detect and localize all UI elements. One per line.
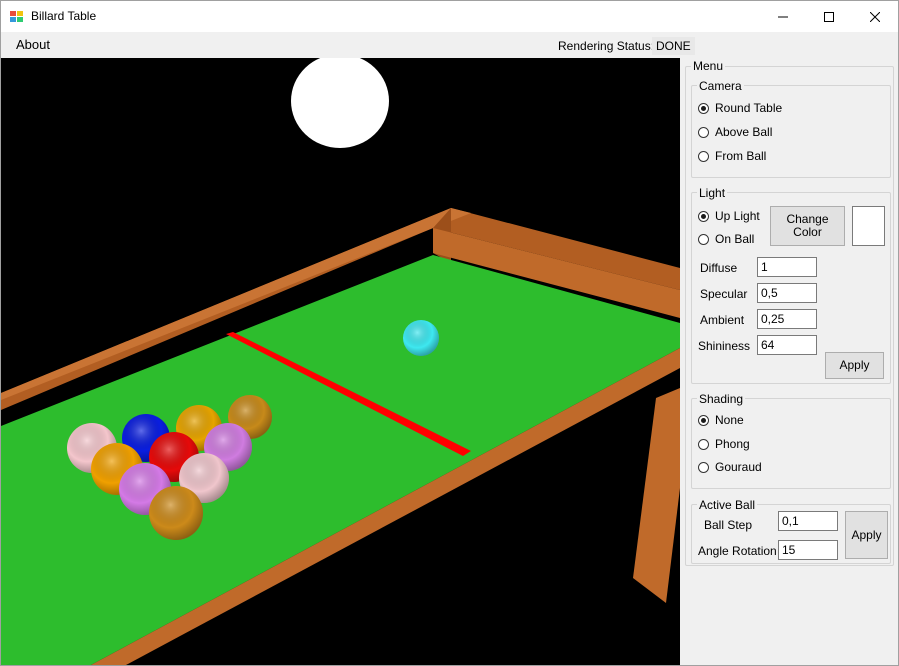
minimize-button[interactable] (760, 1, 806, 32)
close-icon (870, 11, 880, 22)
diffuse-input[interactable] (757, 257, 817, 277)
radio-dot (698, 210, 709, 222)
menu-bar: About Rendering Status: DONE (1, 32, 898, 58)
radio-dot (698, 233, 709, 245)
camera-group-title: Camera (697, 79, 744, 93)
rendering-status-value: DONE (652, 37, 695, 55)
rendering-status-label: Rendering Status: (558, 39, 655, 53)
radio-dot (698, 438, 709, 450)
shading-gouraud-radio[interactable]: Gouraud (698, 460, 762, 474)
active-ball-group-title: Active Ball (697, 498, 758, 512)
close-button[interactable] (852, 1, 898, 32)
table-leg (633, 388, 680, 603)
ball-shading (149, 486, 203, 540)
active-ball-apply-button[interactable]: Apply (845, 511, 888, 559)
diffuse-label: Diffuse (700, 261, 738, 275)
radio-dot (698, 102, 709, 114)
menu-group-title: Menu (691, 59, 726, 73)
radio-dot (698, 414, 709, 426)
angle-rotation-label: Angle Rotation (698, 544, 777, 558)
radio-dot (698, 150, 709, 162)
billiard-scene (1, 58, 680, 665)
maximize-button[interactable] (806, 1, 852, 32)
radio-dot (698, 126, 709, 138)
ball-shading (403, 320, 439, 356)
ball-step-label: Ball Step (704, 518, 753, 532)
change-color-button[interactable]: Change Color (770, 206, 845, 246)
shading-phong-radio[interactable]: Phong (698, 437, 750, 451)
camera-above-ball-radio[interactable]: Above Ball (698, 125, 772, 139)
app-icon (10, 11, 23, 22)
maximize-icon (824, 11, 834, 22)
light-color-swatch (852, 206, 885, 246)
shading-group-title: Shading (697, 392, 746, 406)
ball-step-input[interactable] (778, 511, 838, 531)
angle-rotation-input[interactable] (778, 540, 838, 560)
shininess-label: Shininess (698, 339, 751, 353)
light-apply-button[interactable]: Apply (825, 352, 884, 379)
title-bar: Billard Table (1, 1, 898, 32)
shininess-input[interactable] (757, 335, 817, 355)
window-title: Billard Table (31, 9, 97, 23)
radio-dot (698, 461, 709, 473)
light-source (291, 58, 389, 148)
menu-about[interactable]: About (9, 36, 57, 53)
render-viewport[interactable] (1, 58, 680, 665)
control-panel: Menu Camera Round Table Above Ball From … (680, 58, 898, 665)
light-group-title: Light (697, 186, 728, 200)
camera-from-ball-radio[interactable]: From Ball (698, 149, 766, 163)
specular-label: Specular (700, 287, 748, 301)
ambient-label: Ambient (700, 313, 745, 327)
app-window: Billard Table About Rendering Status: DO… (0, 0, 899, 666)
minimize-icon (778, 16, 788, 17)
light-up-light-radio[interactable]: Up Light (698, 209, 760, 223)
light-on-ball-radio[interactable]: On Ball (698, 232, 754, 246)
specular-input[interactable] (757, 283, 817, 303)
ambient-input[interactable] (757, 309, 817, 329)
shading-none-radio[interactable]: None (698, 413, 744, 427)
camera-round-table-radio[interactable]: Round Table (698, 101, 782, 115)
